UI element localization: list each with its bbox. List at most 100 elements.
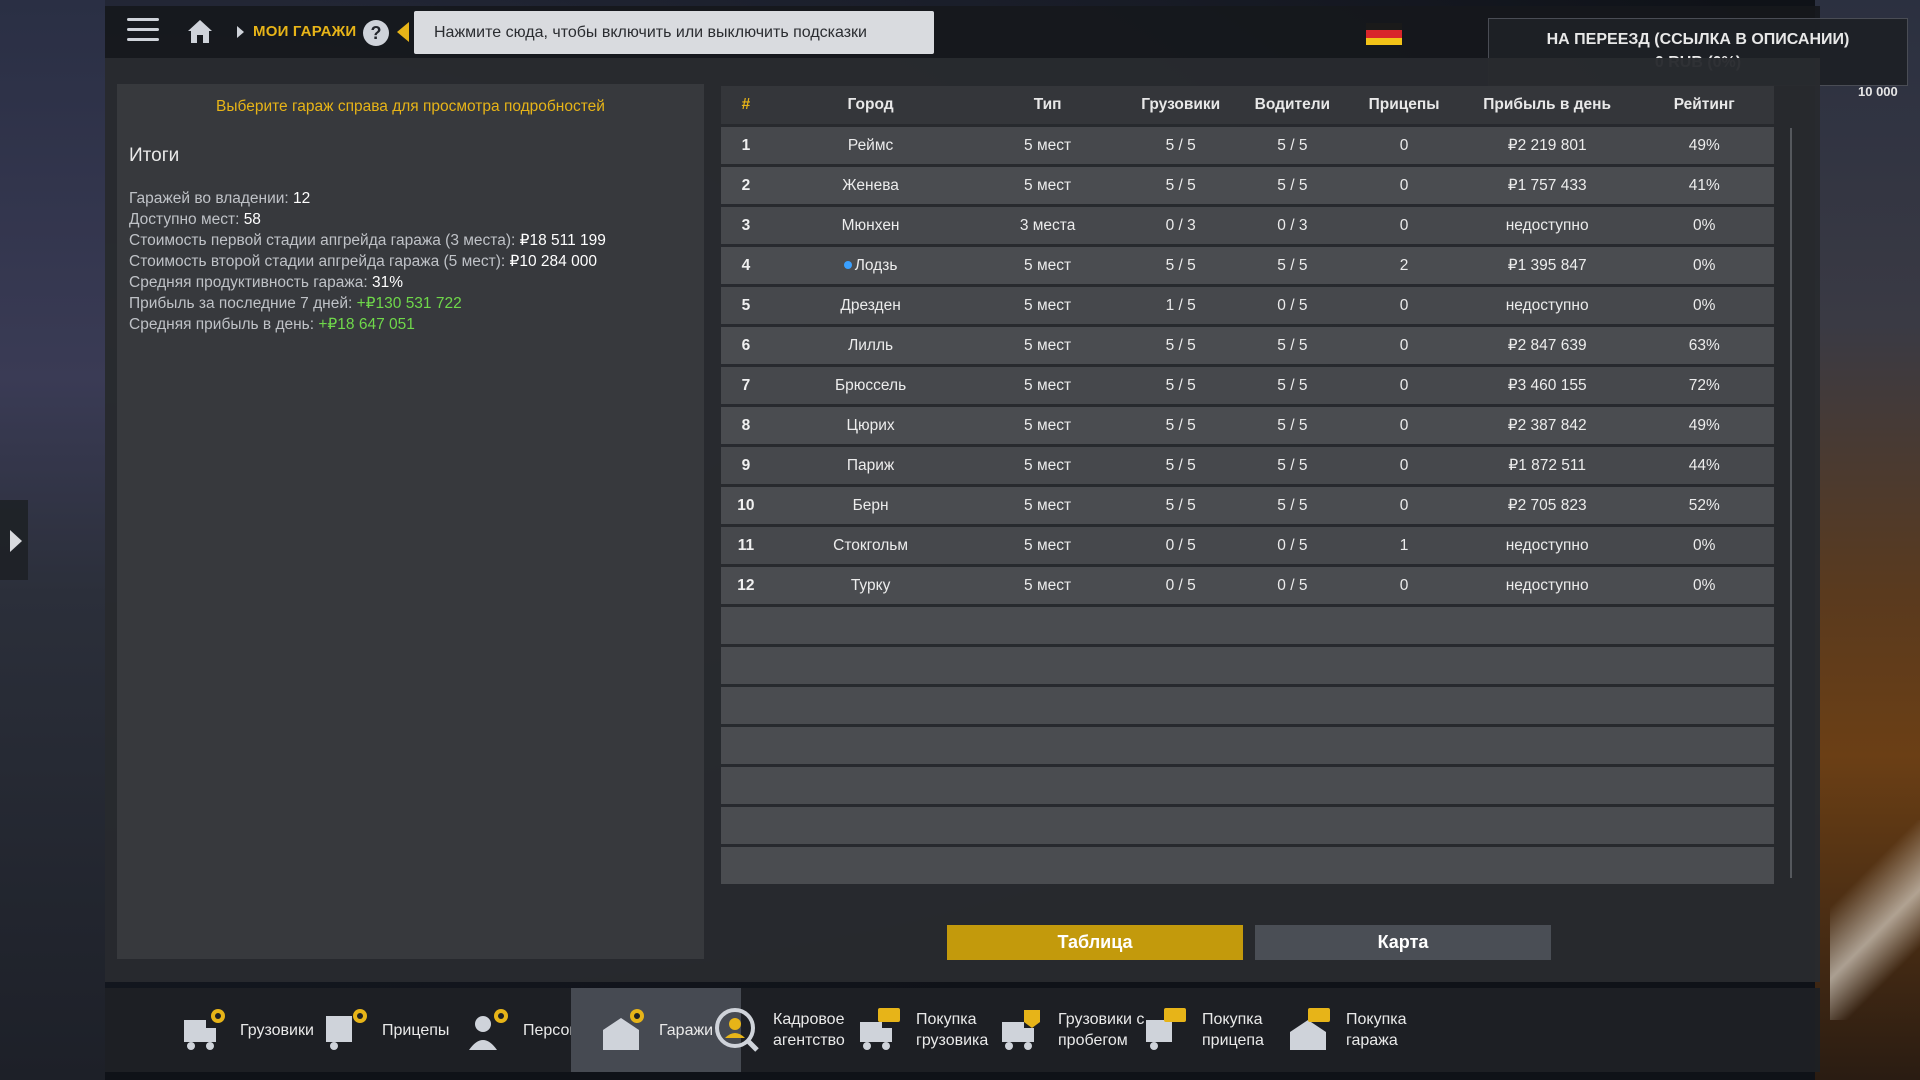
- table-cell: Цюрих: [846, 416, 895, 434]
- table-cell: 5: [741, 296, 751, 314]
- table-cell: 5 / 5: [1277, 456, 1308, 474]
- nav-item-5[interactable]: Кадровое агентство: [713, 988, 845, 1072]
- table-header: # Город Тип Грузовики Водители Прицепы Прибыль…: [721, 86, 1774, 124]
- breadcrumb[interactable]: МОИ ГАРАЖИ: [253, 23, 356, 40]
- help-icon[interactable]: ?: [363, 20, 389, 46]
- table-cell: 0: [1399, 136, 1409, 154]
- empty-table-row: [721, 767, 1774, 804]
- table-cell: 0%: [1693, 296, 1716, 314]
- nav-item-6[interactable]: Покупка грузовика: [856, 988, 988, 1072]
- table-cell: 0 / 5: [1165, 536, 1196, 554]
- table-cell: 2: [741, 176, 751, 194]
- table-row[interactable]: 8 Цюрих 5 мест 5 / 5 5 / 5 0 ₽2 387 842 49%: [721, 407, 1774, 444]
- column-header[interactable]: Город: [771, 96, 970, 114]
- table-cell: Женева: [842, 176, 899, 194]
- table-cell: 5 / 5: [1277, 136, 1308, 154]
- table-cell: 0%: [1693, 576, 1716, 594]
- summary-title: Итоги: [129, 145, 180, 166]
- column-header[interactable]: Грузовики: [1125, 96, 1237, 114]
- column-header[interactable]: Прибыль в день: [1460, 96, 1635, 114]
- table-row[interactable]: 11 Стокгольм 5 мест 0 / 5 0 / 5 1 недоступно 0%: [721, 527, 1774, 564]
- table-cell: 0%: [1693, 536, 1716, 554]
- table-row[interactable]: 3 Мюнхен 3 места 0 / 3 0 / 3 0 недоступно 0%: [721, 207, 1774, 244]
- table-cell: Турку: [850, 576, 891, 594]
- bottom-navigation: Грузовики Прицепы Персонал Гаражи Кадровое аг…: [105, 988, 1820, 1072]
- table-cell: 4: [741, 256, 751, 274]
- side-panel-toggle[interactable]: [0, 500, 28, 580]
- stat-value: ₽18 511 199: [519, 232, 606, 249]
- table-cell: ₽2 705 823: [1507, 497, 1587, 514]
- table-row[interactable]: 10 Берн 5 мест 5 / 5 5 / 5 0 ₽2 705 823 52%: [721, 487, 1774, 524]
- active-marker-icon: [843, 260, 852, 269]
- table-cell: 6: [741, 336, 751, 354]
- nav-item-label: Прицепы: [382, 1021, 450, 1039]
- table-cell: 12: [737, 576, 755, 594]
- table-cell: 41%: [1688, 176, 1720, 194]
- summary-stat-line: Гаражей во владении: 12: [129, 188, 606, 209]
- stat-label: Средняя прибыль в день:: [129, 316, 319, 333]
- stat-label: Гаражей во владении:: [129, 190, 294, 207]
- hints-toggle-banner[interactable]: Нажмите сюда, чтобы включить или выключи…: [414, 11, 934, 54]
- table-row[interactable]: 6 Лилль 5 мест 5 / 5 5 / 5 0 ₽2 847 639 63%: [721, 327, 1774, 364]
- table-row[interactable]: 9 Париж 5 мест 5 / 5 5 / 5 0 ₽1 872 511 44%: [721, 447, 1774, 484]
- table-cell: 0%: [1693, 216, 1716, 234]
- garage-gear-icon: [599, 1006, 647, 1054]
- column-header[interactable]: #: [721, 96, 771, 114]
- table-cell: 0: [1399, 416, 1409, 434]
- map-view-button[interactable]: Карта: [1255, 925, 1551, 960]
- table-cell: Лодзь: [771, 257, 970, 275]
- table-cell: 0 / 5: [1277, 296, 1308, 314]
- nav-item-label: Покупка гаража: [1346, 1011, 1407, 1049]
- table-cell: 1 / 5: [1165, 296, 1196, 314]
- table-cell: 63%: [1688, 336, 1720, 354]
- empty-table-row: [721, 807, 1774, 844]
- column-header[interactable]: Водители: [1237, 96, 1349, 114]
- buy-truck-icon: [856, 1006, 904, 1054]
- column-header[interactable]: Прицепы: [1348, 96, 1460, 114]
- table-row[interactable]: 1 Реймс 5 мест 5 / 5 5 / 5 0 ₽2 219 801 49%: [721, 127, 1774, 164]
- table-view-button[interactable]: Таблица: [947, 925, 1243, 960]
- nav-item-2[interactable]: Прицепы: [322, 988, 449, 1072]
- column-header[interactable]: Рейтинг: [1634, 96, 1774, 114]
- nav-item-7[interactable]: Грузовики с пробегом: [998, 988, 1144, 1072]
- table-cell: 5 / 5: [1165, 336, 1196, 354]
- nav-item-8[interactable]: Покупка прицепа: [1142, 988, 1264, 1072]
- hamburger-menu-icon[interactable]: [127, 18, 159, 46]
- table-cell: Брюссель: [835, 376, 907, 394]
- table-cell: 5 мест: [1024, 456, 1072, 474]
- table-cell: 8: [741, 416, 751, 434]
- stat-label: Стоимость первой стадии апгрейда гаража …: [129, 232, 520, 249]
- background-light: [1830, 820, 1920, 1020]
- table-cell: 5 мест: [1024, 416, 1072, 434]
- stat-label: Стоимость второй стадии апгрейда гаража …: [129, 253, 510, 270]
- table-cell: 5 / 5: [1277, 496, 1308, 514]
- stat-label: Средняя продуктивность гаража:: [129, 274, 373, 291]
- table-scrollbar[interactable]: [1790, 128, 1792, 878]
- home-icon[interactable]: [185, 16, 215, 46]
- table-cell: 5 / 5: [1277, 416, 1308, 434]
- table-cell: 0 / 3: [1277, 216, 1308, 234]
- table-row[interactable]: 5 Дрезден 5 мест 1 / 5 0 / 5 0 недоступно 0%: [721, 287, 1774, 324]
- table-cell: 3 места: [1019, 216, 1076, 234]
- language-flag-icon[interactable]: [1366, 23, 1402, 45]
- table-cell: ₽1 872 511: [1508, 457, 1586, 474]
- table-row[interactable]: 2 Женева 5 мест 5 / 5 5 / 5 0 ₽1 757 433 41%: [721, 167, 1774, 204]
- table-cell: 5 / 5: [1165, 456, 1196, 474]
- nav-item-9[interactable]: Покупка гаража: [1286, 988, 1407, 1072]
- nav-item-label: Покупка прицепа: [1202, 1011, 1264, 1049]
- stat-value: ₽10 284 000: [509, 253, 597, 270]
- table-cell: 52%: [1688, 496, 1720, 514]
- table-row[interactable]: 4 Лодзь 5 мест 5 / 5 5 / 5 2 ₽1 395 847 0%: [721, 247, 1774, 284]
- table-cell: 5 / 5: [1277, 176, 1308, 194]
- table-cell: Мюнхен: [841, 216, 900, 234]
- empty-table-row: [721, 847, 1774, 884]
- column-header[interactable]: Тип: [970, 96, 1125, 114]
- table-cell: ₽2 847 639: [1507, 337, 1587, 354]
- table-cell: 0: [1399, 576, 1409, 594]
- stat-value: 12: [293, 190, 311, 207]
- table-body: 1 Реймс 5 мест 5 / 5 5 / 5 0 ₽2 219 801 49% 2 Жен…: [721, 127, 1774, 884]
- table-row[interactable]: 12 Турку 5 мест 0 / 5 0 / 5 0 недоступно 0%: [721, 567, 1774, 604]
- table-row[interactable]: 7 Брюссель 5 мест 5 / 5 5 / 5 0 ₽3 460 155 72%: [721, 367, 1774, 404]
- table-cell: 0 / 5: [1165, 576, 1196, 594]
- nav-item-1[interactable]: Грузовики: [180, 988, 314, 1072]
